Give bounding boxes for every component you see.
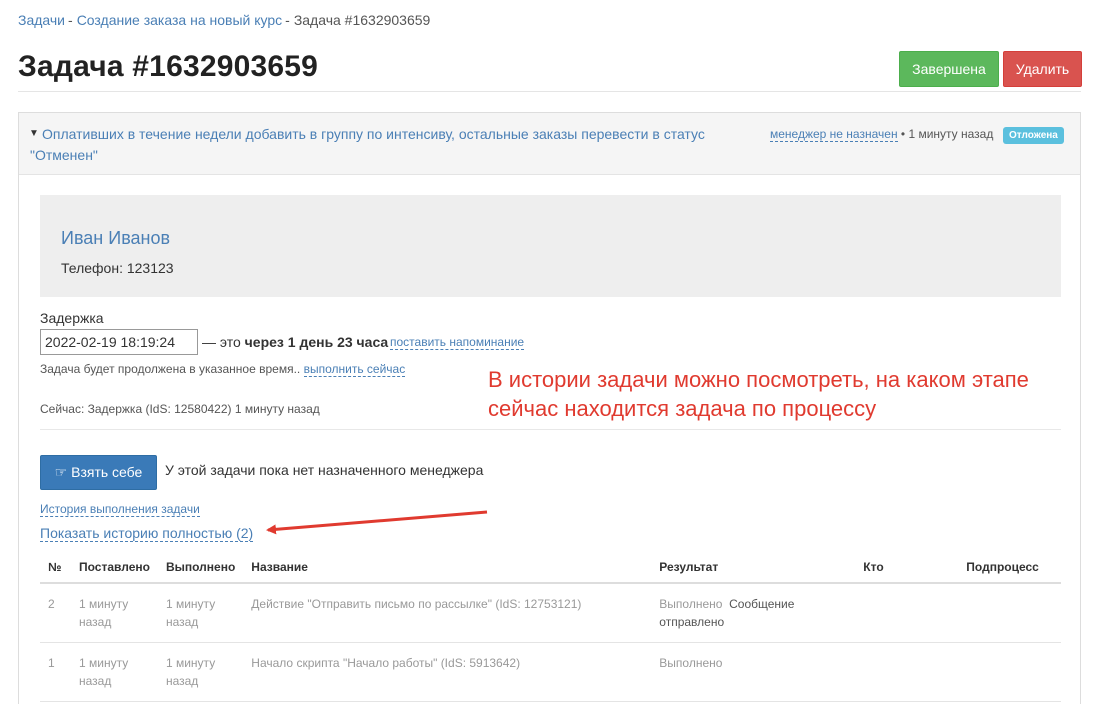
cell-number: 2 (40, 583, 71, 643)
cell-done: 1 минуту назад (157, 642, 244, 702)
thumbs-up-icon: ☞ (54, 464, 68, 480)
history-table: № Поставлено Выполнено Название Результа… (40, 551, 1061, 702)
cell-result: Выполнено Сообщение отправлено (651, 583, 856, 643)
show-full-history-link[interactable]: Показать историю полностью (2) (40, 525, 254, 542)
delay-remaining: через 1 день 23 часа (244, 334, 389, 350)
delete-button[interactable]: Удалить (1003, 51, 1082, 87)
cell-done: 1 минуту назад (157, 583, 244, 643)
set-reminder-link[interactable]: поставить напоминание (390, 335, 525, 350)
breadcrumb-separator: - (285, 12, 290, 28)
annotation-text: В истории задачи можно посмотреть, на ка… (488, 367, 1029, 421)
section-divider (40, 429, 1061, 430)
cell-who (855, 583, 959, 643)
cell-name: Действие "Отправить письмо по рассылке" … (243, 583, 652, 643)
col-who: Кто (855, 551, 959, 584)
delay-datetime-input[interactable] (40, 329, 198, 355)
status-badge: Отложена (1003, 127, 1064, 144)
take-task-label: Взять себе (71, 464, 143, 480)
delay-prefix: — это (202, 334, 241, 350)
cell-set: 1 минуту назад (71, 583, 158, 643)
task-title-link[interactable]: Оплативших в течение недели добавить в г… (30, 124, 730, 166)
run-now-link[interactable]: выполнить сейчас (303, 362, 406, 377)
take-task-button[interactable]: ☞ Взять себе (40, 455, 157, 490)
task-meta: менеджер не назначен • 1 минуту назад (770, 127, 994, 142)
col-name: Название (243, 551, 652, 584)
breadcrumb-link-tasks[interactable]: Задачи (18, 12, 65, 28)
delay-label: Задержка (40, 310, 104, 326)
breadcrumb-current: Задача #1632903659 (293, 12, 431, 28)
contact-phone: Телефон: 123123 (61, 260, 174, 276)
result-status: Выполнено (659, 597, 723, 611)
no-manager-text: У этой задачи пока нет назначенного мене… (165, 462, 484, 478)
completed-button[interactable]: Завершена (899, 51, 999, 87)
breadcrumb-separator: - (68, 12, 73, 28)
col-number: № (40, 551, 71, 584)
table-row: 2 1 минуту назад 1 минуту назад Действие… (40, 583, 1061, 643)
panel-header: ▼ Оплативших в течение недели добавить в… (19, 113, 1080, 175)
cell-result: Выполнено (651, 642, 856, 702)
cell-subprocess (958, 583, 1061, 643)
task-time: • 1 минуту назад (900, 127, 994, 141)
delay-note: Задача будет продолжена в указанное врем… (40, 362, 406, 377)
delay-note-text: Задача будет продолжена в указанное врем… (40, 362, 301, 376)
contact-name-link[interactable]: Иван Иванов (61, 228, 170, 249)
table-header-row: № Поставлено Выполнено Название Результа… (40, 551, 1061, 584)
cell-who (855, 642, 959, 702)
result-status: Выполнено (659, 656, 723, 670)
current-status: Сейчас: Задержка (IdS: 12580422) 1 минут… (40, 402, 320, 416)
manager-link[interactable]: менеджер не назначен (770, 127, 898, 142)
delay-description: — это через 1 день 23 часа (202, 334, 388, 350)
cell-set: 1 минуту назад (71, 642, 158, 702)
history-link[interactable]: История выполнения задачи (40, 502, 200, 517)
cell-number: 1 (40, 642, 71, 702)
cell-name: Начало скрипта "Начало работы" (IdS: 591… (243, 642, 652, 702)
col-done: Выполнено (157, 551, 244, 584)
col-set: Поставлено (71, 551, 158, 584)
breadcrumb-link-process[interactable]: Создание заказа на новый курс (77, 12, 282, 28)
title-divider (18, 91, 1081, 92)
table-row: 1 1 минуту назад 1 минуту назад Начало с… (40, 642, 1061, 702)
cell-subprocess (958, 642, 1061, 702)
col-subprocess: Подпроцесс (958, 551, 1061, 584)
breadcrumb: Задачи - Создание заказа на новый курс - Зад… (18, 12, 430, 28)
contact-card: Иван Иванов Телефон: 123123 (40, 195, 1061, 297)
page-title: Задача #1632903659 (18, 50, 319, 83)
col-result: Результат (651, 551, 856, 584)
